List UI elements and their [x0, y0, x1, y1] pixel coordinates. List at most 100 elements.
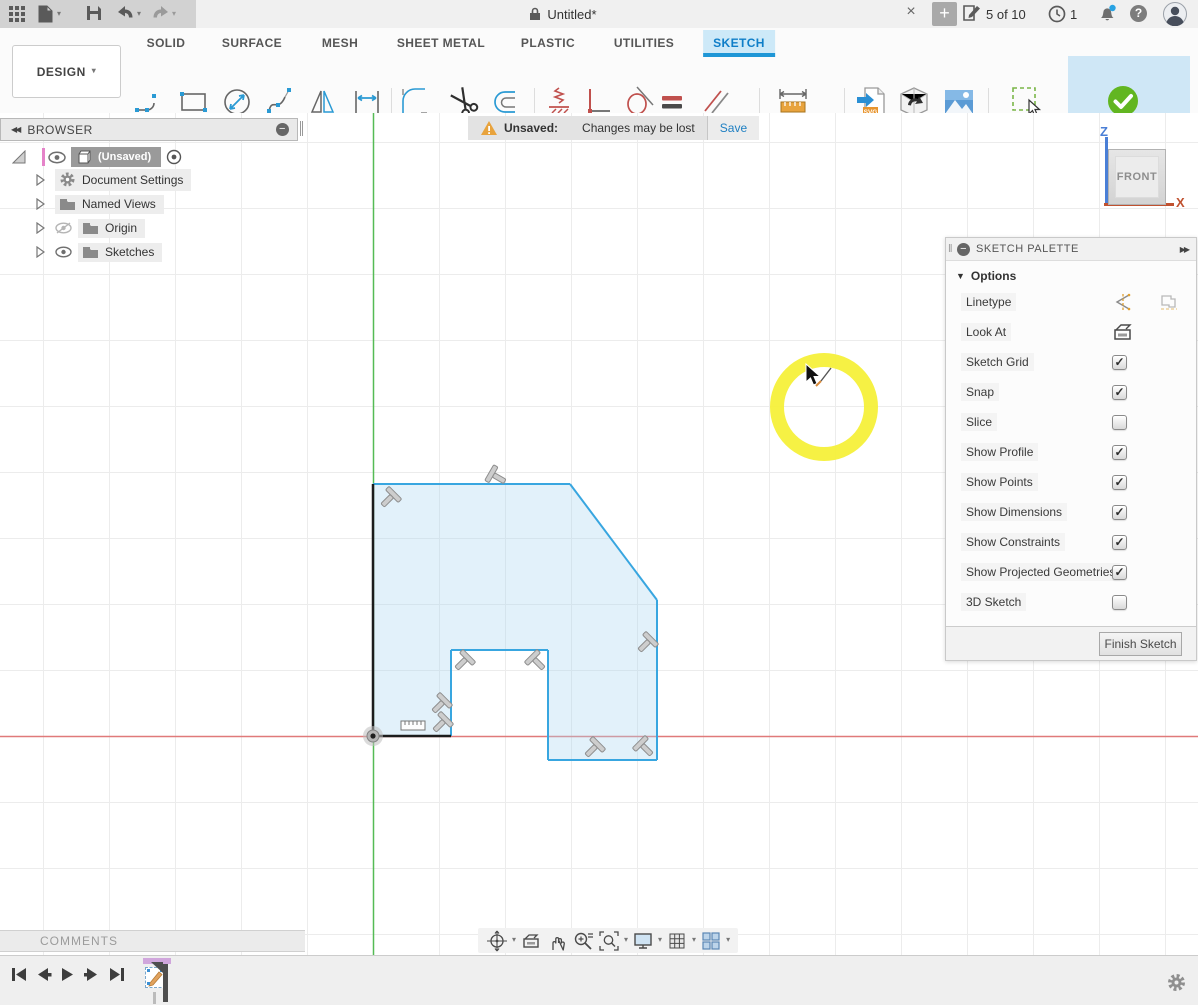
- app-grid-icon[interactable]: [8, 5, 27, 24]
- grid-caret-icon[interactable]: ▾: [692, 935, 696, 944]
- timeline-position-marker-flag[interactable]: [151, 962, 163, 973]
- palette-row-look-at: Look At: [946, 317, 1196, 347]
- doc-version-icon[interactable]: [962, 4, 981, 23]
- browser-item-document-settings[interactable]: Document Settings: [36, 169, 191, 191]
- undo-icon[interactable]: [116, 5, 134, 21]
- show-projected-geometries-checkbox[interactable]: ✓: [1112, 565, 1127, 580]
- grid-settings-icon[interactable]: [666, 930, 688, 952]
- fit-caret-icon[interactable]: ▾: [624, 935, 628, 944]
- root-doc-chip[interactable]: (Unsaved): [71, 147, 161, 167]
- warning-text: Changes may be lost: [570, 116, 707, 140]
- unsaved-warning-bar: Unsaved: Changes may be lost Save: [468, 116, 759, 140]
- fit-icon[interactable]: [598, 930, 620, 952]
- warning-label: Unsaved:: [504, 121, 558, 135]
- ribbon-tab-solid[interactable]: SOLID: [137, 30, 196, 55]
- close-tab-icon[interactable]: ×: [902, 3, 920, 21]
- viewcube[interactable]: FRONT: [1108, 149, 1166, 205]
- browser-item-named-views[interactable]: Named Views: [36, 193, 164, 215]
- expand-triangle-icon[interactable]: [12, 150, 26, 164]
- orbit-icon[interactable]: [486, 930, 508, 952]
- show-profile-checkbox[interactable]: ✓: [1112, 445, 1127, 460]
- expand-arrow-icon[interactable]: [36, 246, 45, 258]
- palette-options-section[interactable]: ▼ Options: [946, 261, 1196, 287]
- palette-label: Show Constraints: [961, 533, 1065, 551]
- file-icon[interactable]: [38, 5, 53, 23]
- show-constraints-checkbox[interactable]: ✓: [1112, 535, 1127, 550]
- browser-minimize-icon[interactable]: −: [276, 123, 289, 136]
- visibility-eye-icon[interactable]: [48, 151, 66, 164]
- viewcube-front-face[interactable]: FRONT: [1115, 156, 1159, 198]
- settings-gear-icon[interactable]: [1166, 972, 1187, 993]
- palette-row-slice: Slice: [946, 407, 1196, 437]
- eye-icon[interactable]: [55, 246, 72, 258]
- ribbon-tab-utilities[interactable]: UTILITIES: [604, 30, 684, 55]
- activate-radio-icon[interactable]: [166, 149, 182, 165]
- comments-label: COMMENTS: [40, 934, 118, 948]
- new-tab-button[interactable]: +: [932, 2, 957, 26]
- slice-checkbox[interactable]: [1112, 415, 1127, 430]
- skip-to-end-icon[interactable]: [108, 966, 125, 983]
- bell-icon[interactable]: [1097, 4, 1117, 24]
- viewports-caret-icon[interactable]: ▾: [726, 935, 730, 944]
- show-points-checkbox[interactable]: ✓: [1112, 475, 1127, 490]
- ribbon-tab-sheet-metal[interactable]: SHEET METAL: [387, 30, 495, 55]
- ribbon-tab-surface[interactable]: SURFACE: [212, 30, 292, 55]
- skip-to-start-icon[interactable]: [10, 966, 27, 983]
- ribbon-tab-mesh[interactable]: MESH: [312, 30, 368, 55]
- zoom-icon[interactable]: [572, 930, 594, 952]
- finish-sketch-button[interactable]: Finish Sketch: [1099, 632, 1182, 656]
- expand-arrow-icon[interactable]: [36, 198, 45, 210]
- ribbon-tab-plastic[interactable]: PLASTIC: [511, 30, 585, 55]
- snap-checkbox[interactable]: ✓: [1112, 385, 1127, 400]
- save-button[interactable]: Save: [707, 116, 759, 140]
- step-back-icon[interactable]: [35, 966, 52, 983]
- step-forward-icon[interactable]: [83, 966, 100, 983]
- doc-version-count: 5 of 10: [986, 7, 1026, 22]
- orbit-caret-icon[interactable]: ▾: [512, 935, 516, 944]
- browser-header[interactable]: ◀◀ BROWSER −: [0, 118, 298, 141]
- redo-icon[interactable]: [152, 5, 170, 21]
- palette-rows: LinetypeLook AtSketch Grid✓Snap✓SliceSho…: [946, 287, 1196, 617]
- look-at-plane-icon[interactable]: [1112, 323, 1134, 342]
- pan-icon[interactable]: [546, 930, 568, 952]
- comments-bar[interactable]: COMMENTS: [0, 930, 305, 952]
- browser-resize-grip[interactable]: [300, 121, 301, 136]
- browser-root-row[interactable]: (Unsaved): [12, 146, 182, 168]
- browser-item-sketches[interactable]: Sketches: [36, 241, 162, 263]
- redo-caret-icon[interactable]: ▾: [172, 9, 176, 18]
- navigation-bar: ▾ ▾ ▾ ▾: [478, 928, 738, 953]
- show-dimensions-checkbox[interactable]: ✓: [1112, 505, 1127, 520]
- title-bar: ▾ ▾ ▾ Untitled* × + 5 of 10 1: [0, 0, 1198, 28]
- browser-collapse-icon[interactable]: ◀◀: [11, 125, 19, 134]
- palette-row-show-projected-geometries: Show Projected Geometries✓: [946, 557, 1196, 587]
- ribbon-tab-sketch[interactable]: SKETCH: [703, 30, 775, 57]
- expand-arrow-icon[interactable]: [36, 222, 45, 234]
- save-icon[interactable]: [86, 5, 102, 21]
- expand-arrow-icon[interactable]: [36, 174, 45, 186]
- timeline-position-marker[interactable]: [163, 964, 168, 1002]
- palette-expand-icon[interactable]: ▶▶: [1180, 245, 1188, 254]
- undo-caret-icon[interactable]: ▾: [137, 9, 141, 18]
- construction-linetype-icon[interactable]: [1112, 292, 1134, 312]
- play-icon[interactable]: [59, 966, 76, 983]
- 3d-sketch-checkbox[interactable]: [1112, 595, 1127, 610]
- folder-icon: [82, 221, 99, 235]
- display-caret-icon[interactable]: ▾: [658, 935, 662, 944]
- document-tab[interactable]: Untitled* ×: [196, 0, 930, 28]
- viewcube-z-label: Z: [1100, 124, 1108, 139]
- eye-slash-icon[interactable]: [55, 222, 72, 234]
- clock-icon[interactable]: [1048, 5, 1066, 23]
- projected-linetype-icon[interactable]: [1158, 292, 1180, 312]
- avatar[interactable]: [1163, 2, 1187, 26]
- look-at-icon[interactable]: [520, 930, 542, 952]
- palette-label: Snap: [961, 383, 999, 401]
- sketch-grid-checkbox[interactable]: ✓: [1112, 355, 1127, 370]
- sketch-palette-header[interactable]: ‖ − SKETCH PALETTE ▶▶: [946, 238, 1196, 261]
- palette-minimize-icon[interactable]: −: [957, 243, 970, 256]
- display-settings-icon[interactable]: [632, 930, 654, 952]
- file-caret-icon[interactable]: ▾: [57, 9, 61, 18]
- viewports-icon[interactable]: [700, 930, 722, 952]
- design-workspace-button[interactable]: DESIGN ▾: [12, 45, 121, 98]
- help-icon[interactable]: ?: [1130, 5, 1147, 22]
- browser-item-origin[interactable]: Origin: [36, 217, 145, 239]
